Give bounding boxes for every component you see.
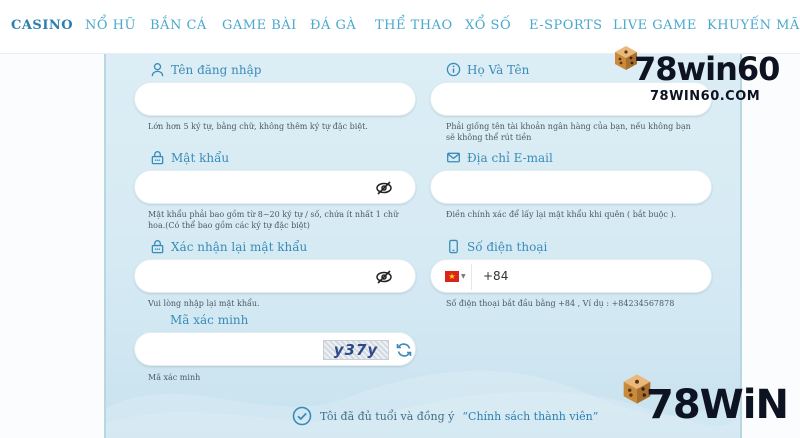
member-policy-link[interactable]: “Chính sách thành viên” bbox=[462, 410, 598, 423]
password-label: Mật khẩu bbox=[150, 150, 229, 165]
username-hint: Lớn hơn 5 ký tự, bằng chữ, không thêm ký… bbox=[148, 122, 368, 131]
fullname-label-text: Họ Và Tên bbox=[467, 62, 530, 77]
logo-top-text: 78win60 bbox=[634, 50, 780, 88]
nav-item-ban-ca[interactable]: BẮN CÁ bbox=[150, 18, 207, 33]
user-icon bbox=[151, 63, 164, 77]
caret-down-icon[interactable]: ▼ bbox=[461, 273, 466, 280]
password-input[interactable] bbox=[135, 171, 415, 203]
nav-item-da-ga[interactable]: ĐÁ GÀ bbox=[310, 18, 356, 33]
eye-off-icon[interactable] bbox=[375, 268, 393, 286]
phone-icon bbox=[449, 239, 458, 254]
agree-text: Tôi đã đủ tuổi và đồng ý bbox=[320, 409, 455, 423]
password-icon bbox=[151, 240, 164, 254]
confirm-password-label: Xác nhận lại mật khẩu bbox=[150, 239, 307, 254]
nav-item-live-game[interactable]: LIVE GAME bbox=[613, 18, 697, 33]
password-field[interactable] bbox=[134, 170, 416, 204]
brand-logo-top: 78win60 78WIN60.COM bbox=[612, 40, 798, 110]
captcha-field[interactable]: y37y bbox=[134, 332, 416, 366]
password-label-text: Mật khẩu bbox=[171, 150, 230, 165]
phone-input[interactable] bbox=[431, 260, 711, 292]
nav-item-no-hu[interactable]: NỔ HŨ bbox=[85, 18, 136, 33]
fullname-label: Họ Và Tên bbox=[446, 62, 529, 77]
confirm-password-label-text: Xác nhận lại mật khẩu bbox=[171, 239, 308, 254]
username-label-text: Tên đăng nhập bbox=[171, 62, 262, 77]
email-field[interactable] bbox=[430, 170, 712, 204]
username-input[interactable] bbox=[135, 83, 415, 115]
nav-item-casino[interactable]: CASINO bbox=[11, 18, 73, 33]
phone-field[interactable]: ★ ▼ bbox=[430, 259, 712, 293]
phone-hint: Số điện thoại bắt đầu bằng +84 , Ví dụ :… bbox=[446, 299, 675, 308]
check-circle-icon[interactable] bbox=[292, 406, 312, 426]
mail-icon bbox=[447, 152, 460, 163]
nav-item-the-thao[interactable]: THỂ THAO bbox=[375, 18, 453, 33]
email-input[interactable] bbox=[431, 171, 711, 203]
agree-row[interactable]: Tôi đã đủ tuổi và đồng ý “Chính sách thà… bbox=[292, 406, 598, 426]
password-icon bbox=[151, 151, 164, 165]
captcha-input[interactable] bbox=[135, 333, 315, 365]
username-label: Tên đăng nhập bbox=[150, 62, 261, 77]
captcha-hint: Mã xác minh bbox=[148, 373, 201, 382]
captcha-label: Mã xác minh bbox=[170, 313, 248, 327]
password-hint: Mật khẩu phải bao gồm từ 8~20 ký tự / số… bbox=[148, 210, 399, 230]
divider bbox=[471, 264, 472, 290]
logo-top-subtext: 78WIN60.COM bbox=[650, 89, 761, 104]
left-margin bbox=[0, 54, 104, 438]
email-label: Địa chỉ E-mail bbox=[446, 150, 553, 165]
email-label-text: Địa chỉ E-mail bbox=[467, 150, 553, 165]
confirm-password-input[interactable] bbox=[135, 260, 415, 292]
fullname-hint: Phải giống tên tài khoản ngân hàng của b… bbox=[446, 122, 691, 142]
phone-label-text: Số điện thoại bbox=[467, 239, 548, 254]
eye-off-icon[interactable] bbox=[375, 179, 393, 197]
phone-label: Số điện thoại bbox=[446, 239, 547, 254]
brand-logo-bottom: 78WiN bbox=[616, 368, 800, 438]
username-field[interactable] bbox=[134, 82, 416, 116]
confirm-password-hint: Vui lòng nhập lại mật khẩu. bbox=[148, 299, 260, 308]
refresh-icon[interactable] bbox=[395, 341, 413, 359]
logo-bottom-text: 78WiN bbox=[646, 382, 789, 428]
email-hint: Điền chính xác để lấy lại mật khẩu khi q… bbox=[446, 210, 677, 219]
nav-item-khuyen-mai[interactable]: KHUYẾN MÃI bbox=[707, 18, 800, 33]
captcha-label-text: Mã xác minh bbox=[170, 313, 249, 327]
nav-item-game-bai[interactable]: GAME BÀI bbox=[222, 18, 297, 33]
captcha-image: y37y bbox=[323, 340, 389, 360]
info-icon bbox=[446, 62, 461, 77]
nav-item-xo-so[interactable]: XỔ SỐ bbox=[465, 18, 511, 33]
confirm-password-field[interactable] bbox=[134, 259, 416, 293]
nav-item-e-sports[interactable]: E-SPORTS bbox=[529, 18, 603, 33]
vietnam-flag-icon[interactable]: ★ bbox=[445, 271, 459, 282]
